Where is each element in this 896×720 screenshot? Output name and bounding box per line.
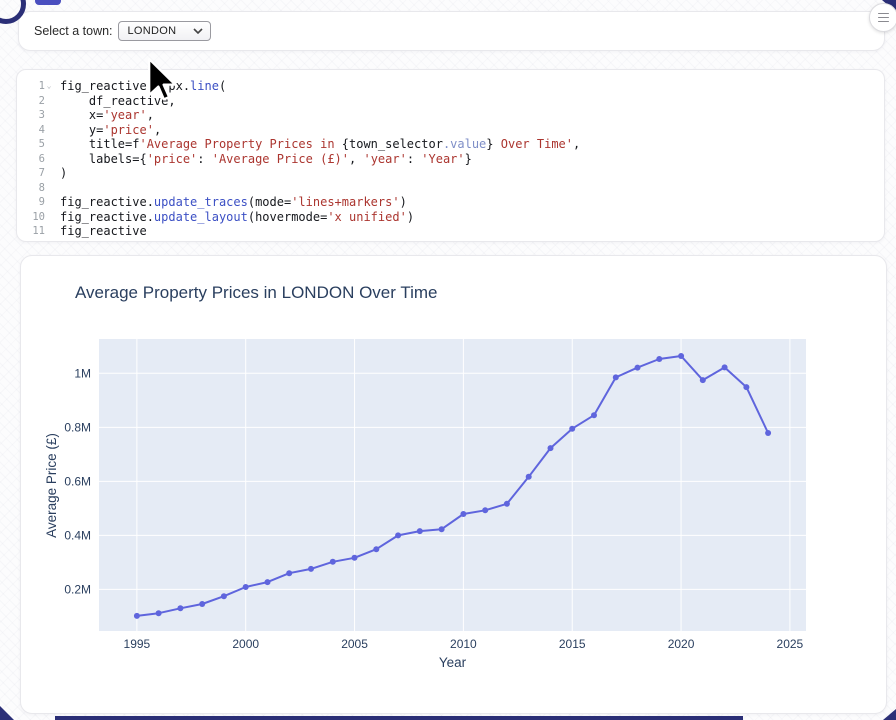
line-number: 7 — [17, 166, 56, 181]
data-point[interactable] — [548, 445, 554, 451]
data-point[interactable] — [221, 593, 227, 599]
bottom-window-edge — [55, 716, 743, 720]
x-tick-label: 2000 — [232, 637, 259, 651]
data-point[interactable] — [395, 532, 401, 538]
data-point[interactable] — [743, 384, 749, 390]
data-point[interactable] — [765, 430, 771, 436]
data-point[interactable] — [286, 570, 292, 576]
x-tick-label: 2020 — [668, 637, 695, 651]
data-point[interactable] — [439, 526, 445, 532]
code-line[interactable]: 7) — [17, 166, 884, 181]
y-tick-label: 0.6M — [64, 474, 91, 488]
line-number: 8 — [17, 181, 56, 196]
line-number: 1⌄ — [17, 79, 56, 94]
chevron-down-icon — [193, 28, 203, 34]
line-number: 11 — [17, 224, 56, 239]
data-point[interactable] — [460, 511, 466, 517]
y-tick-label: 1M — [74, 366, 91, 380]
data-point[interactable] — [635, 365, 641, 371]
code-text: labels={'price': 'Average Price (£)', 'y… — [60, 152, 472, 167]
hamburger-icon — [878, 17, 889, 19]
line-number: 3 — [17, 108, 56, 123]
code-text: ) — [60, 166, 67, 181]
code-line[interactable]: 6 labels={'price': 'Average Price (£)', … — [17, 152, 884, 167]
code-text: y='price', — [60, 123, 161, 138]
data-point[interactable] — [678, 353, 684, 359]
data-point[interactable] — [700, 377, 706, 383]
data-point[interactable] — [373, 546, 379, 552]
data-point[interactable] — [352, 555, 358, 561]
code-lines: 1⌄fig_reactive = px.line(2 df_reactive,3… — [17, 79, 884, 239]
code-line[interactable]: 5 title=f'Average Property Prices in {to… — [17, 137, 884, 152]
town-select-value: LONDON — [128, 25, 177, 37]
fold-chevron-icon[interactable]: ⌄ — [45, 79, 53, 94]
code-text: fig_reactive = px.line( — [60, 79, 226, 94]
plotly-chart[interactable]: 1995 2000 2005 2010 2015 2020 2025 0.2M 0.4M 0.6M… — [21, 256, 886, 713]
code-text: df_reactive, — [60, 94, 176, 109]
x-tick-label: 2005 — [341, 637, 368, 651]
data-point[interactable] — [265, 579, 271, 585]
line-number: 4 — [17, 123, 56, 138]
data-point[interactable] — [722, 364, 728, 370]
select-town-label: Select a town: — [34, 24, 113, 38]
menu-button[interactable] — [869, 3, 896, 32]
data-point[interactable] — [308, 566, 314, 572]
select-town-cell: Select a town: LONDON — [18, 11, 885, 51]
code-line[interactable]: 11 fig_reactive — [17, 224, 884, 239]
data-point[interactable] — [613, 374, 619, 380]
y-tick-label: 0.2M — [64, 582, 91, 596]
code-line[interactable]: 9 fig_reactive.update_traces(mode='lines+… — [17, 195, 884, 210]
x-tick-label: 2025 — [777, 637, 804, 651]
data-point[interactable] — [569, 426, 575, 432]
code-line[interactable]: 4 y='price', — [17, 123, 884, 138]
line-number: 9 — [17, 195, 56, 210]
code-line[interactable]: 3 x='year', — [17, 108, 884, 123]
data-point[interactable] — [134, 613, 140, 619]
x-tick-label: 2015 — [559, 637, 586, 651]
code-line[interactable]: 8 — [17, 181, 884, 196]
plot-area[interactable] — [99, 339, 806, 631]
x-tick-label: 2010 — [450, 637, 477, 651]
data-point[interactable] — [591, 412, 597, 418]
y-axis-title-wrap: Average Price (£) — [41, 339, 61, 631]
data-point[interactable] — [199, 601, 205, 607]
code-text: fig_reactive — [60, 224, 147, 239]
code-text: title=f'Average Property Prices in {town… — [60, 137, 580, 152]
code-line[interactable]: 2 df_reactive, — [17, 94, 884, 109]
line-number: 10 — [17, 210, 56, 225]
code-editor-cell[interactable]: 1⌄fig_reactive = px.line(2 df_reactive,3… — [16, 69, 885, 242]
code-line[interactable]: 10 fig_reactive.update_layout(hovermode='… — [17, 210, 884, 225]
chart-output-cell: 1995 2000 2005 2010 2015 2020 2025 0.2M 0.4M 0.6M… — [20, 255, 887, 714]
data-point[interactable] — [417, 528, 423, 534]
code-text: x='year', — [60, 108, 154, 123]
top-accent-decoration — [35, 0, 61, 5]
code-line[interactable]: 1⌄ fig_reactive = px.line( — [17, 79, 884, 94]
line-number: 2 — [17, 94, 56, 109]
data-point[interactable] — [243, 584, 249, 590]
data-point[interactable] — [504, 501, 510, 507]
data-point[interactable] — [177, 605, 183, 611]
line-number: 5 — [17, 137, 56, 152]
line-number: 6 — [17, 152, 56, 167]
hamburger-icon — [878, 13, 889, 15]
x-tick-label: 1995 — [124, 637, 151, 651]
y-tick-label: 0.8M — [64, 420, 91, 434]
data-point[interactable] — [330, 559, 336, 565]
x-axis-title: Year — [99, 655, 806, 670]
data-point[interactable] — [526, 474, 532, 480]
data-point[interactable] — [656, 356, 662, 362]
chart-title: Average Property Prices in LONDON Over T… — [75, 283, 437, 303]
data-point[interactable] — [156, 610, 162, 616]
y-tick-label: 0.4M — [64, 528, 91, 542]
data-point[interactable] — [482, 507, 488, 513]
town-select[interactable]: LONDON — [118, 21, 211, 41]
y-axis-title: Average Price (£) — [44, 433, 59, 538]
code-text: fig_reactive.update_traces(mode='lines+m… — [60, 195, 407, 210]
corner-decoration — [0, 706, 14, 720]
hamburger-icon — [878, 21, 889, 23]
code-text: fig_reactive.update_layout(hovermode='x … — [60, 210, 414, 225]
